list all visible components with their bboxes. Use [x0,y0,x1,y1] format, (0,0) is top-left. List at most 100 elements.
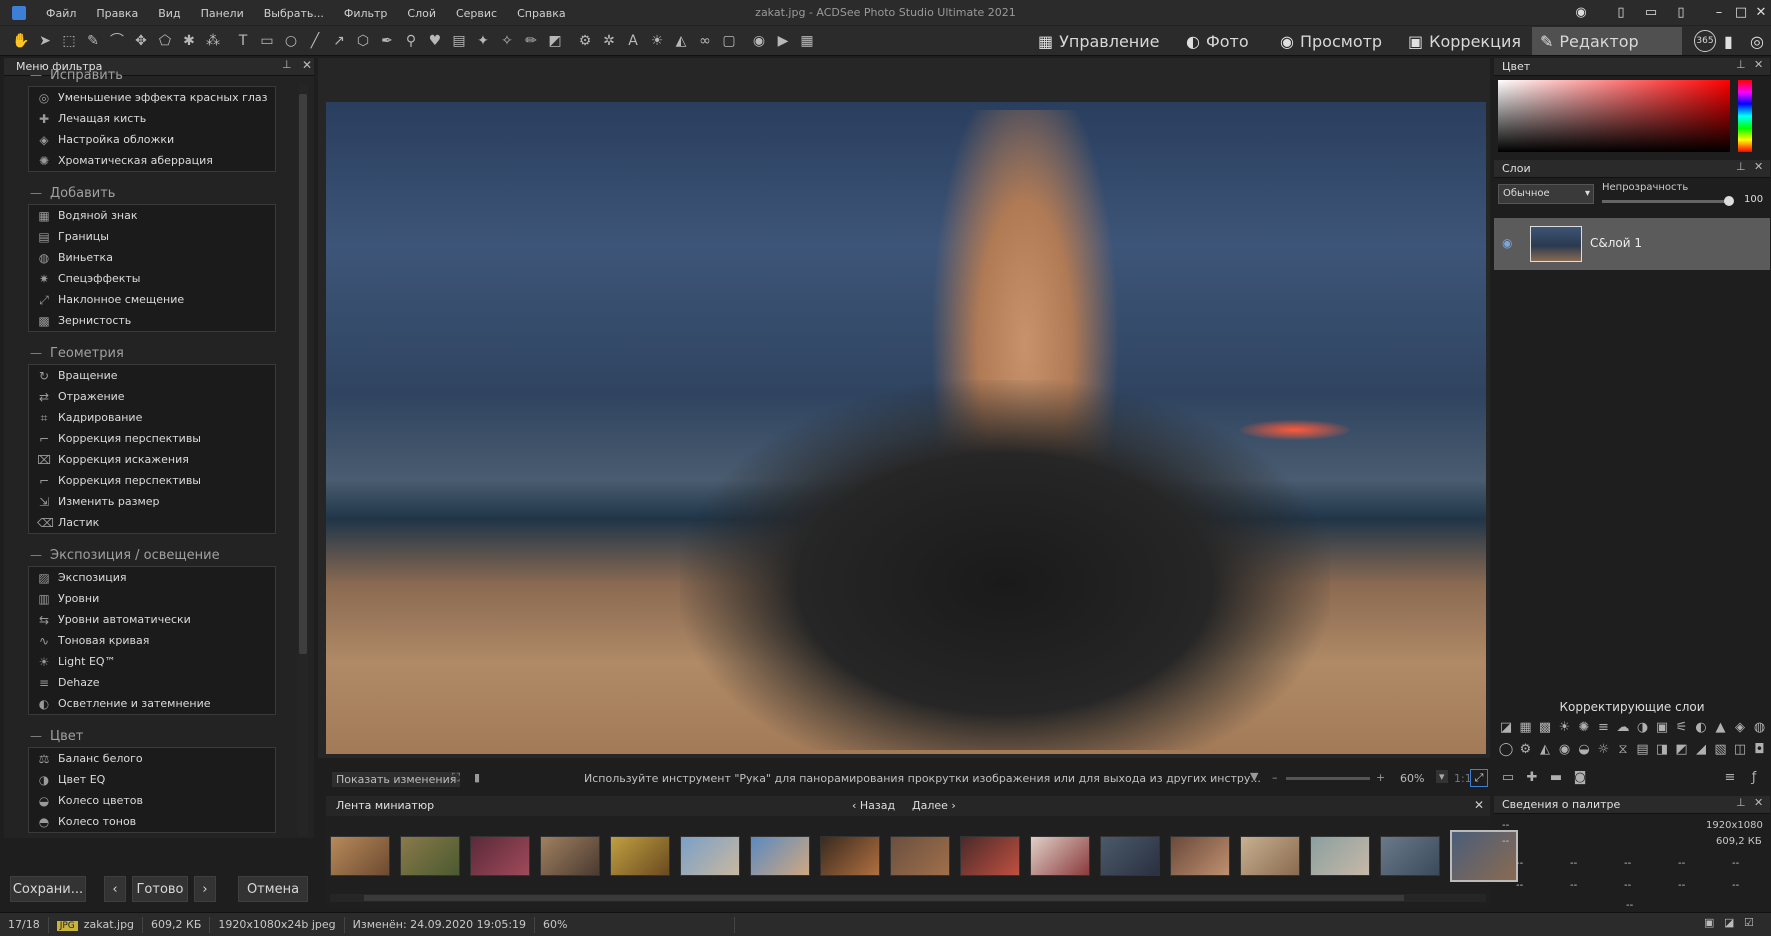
adjustment-layer-icon[interactable]: ◐ [1693,720,1709,736]
adjustment-layer-icon[interactable]: ▦ [1518,720,1534,736]
heal-icon[interactable]: ♥ [426,32,444,50]
text-tool-icon[interactable]: T [234,32,252,50]
eyedropper-icon[interactable]: ⚲ [402,32,420,50]
show-changes-button[interactable]: Показать изменения [332,772,461,787]
fx-icon[interactable]: ƒ [1746,770,1762,786]
filter-item[interactable]: ◒ Колесо цветов [29,790,275,811]
menu-item[interactable]: Правка [86,7,148,20]
filmstrip-thumbnail[interactable] [1030,836,1090,876]
filter-item[interactable]: ⚖ Баланс белого [29,748,275,769]
rect-tool-icon[interactable]: ▭ [258,32,276,50]
layer-visibility-eye-icon[interactable]: ◉ [1502,236,1512,250]
gear-icon[interactable]: ✲ [600,32,618,50]
marquee-icon[interactable]: ⬚ [60,32,78,50]
menu-icon[interactable]: ≡ [1722,770,1738,786]
filter-item[interactable]: ⌧ Коррекция искажения [29,449,275,470]
filter-item[interactable]: ⌐ Коррекция перспективы [29,470,275,491]
filter-group-header[interactable]: — Цвет [30,727,83,745]
panel-close-icon[interactable]: ✕ [302,58,312,72]
menu-item[interactable]: Выбрать... [254,7,334,20]
adjustment-layer-icon[interactable]: ✺ [1576,720,1592,736]
color-picker-field[interactable] [1498,80,1730,152]
bucket-icon[interactable]: ◭ [672,32,690,50]
blend-mode-select[interactable]: Обычное ▾ [1498,184,1594,204]
text-effect-icon[interactable]: A [624,32,642,50]
zoom-dropdown-icon[interactable]: ▼ [1250,770,1258,783]
filter-item[interactable]: ⇆ Уровни автоматически [29,609,275,630]
record-icon[interactable]: ◉ [750,32,768,50]
clone-icon[interactable]: ✧ [498,32,516,50]
menu-item[interactable]: Файл [36,7,86,20]
adjustment-layer-icon[interactable]: ◭ [1537,742,1553,758]
adjustment-layer-icon[interactable]: ▩ [1537,720,1553,736]
menu-item[interactable]: Слой [397,7,446,20]
gradient-icon[interactable]: ▤ [450,32,468,50]
menu-item[interactable]: Фильтр [334,7,398,20]
smudge-icon[interactable]: ✦ [474,32,492,50]
layout-right-icon[interactable]: ▯ [1672,4,1690,22]
adjustment-layer-icon[interactable]: ◑ [1635,720,1651,736]
opacity-slider-handle[interactable] [1724,196,1734,206]
maximize-icon[interactable]: □ [1732,4,1750,22]
settings-icon[interactable]: ⚙ [576,32,594,50]
filter-item[interactable]: ◎ Уменьшение эффекта красных глаз [29,87,275,108]
filmstrip-thumbnail[interactable] [890,836,950,876]
camera-icon[interactable]: ◙ [1572,770,1588,786]
adjustment-layer-icon[interactable]: ▣ [1654,720,1670,736]
close-icon[interactable]: ✕ [1752,4,1770,22]
adjustment-layer-icon[interactable]: ☀ [1557,720,1573,736]
adjustment-layer-icon[interactable]: ◉ [1557,742,1573,758]
filmstrip-thumbnail[interactable] [820,836,880,876]
view-mode-icon[interactable]: ▣ [1704,916,1714,929]
color-close-icon[interactable]: ✕ [1754,58,1763,71]
layout-full-icon[interactable]: ▭ [1642,4,1660,22]
lasso-icon[interactable]: ⌒ [108,32,126,50]
glasses-icon[interactable]: ∞ [696,32,714,50]
menu-item[interactable]: Справка [507,7,575,20]
hand-tool-icon[interactable]: ✋ [12,32,30,50]
filmstrip-thumbnail[interactable] [330,836,390,876]
filter-item[interactable]: ∿ Тоновая кривая [29,630,275,651]
fullscreen-icon[interactable]: ⛶ [452,771,460,785]
batch-icon[interactable]: ▦ [798,32,816,50]
select-tool-icon[interactable]: ➤ [36,32,54,50]
zoom-slider[interactable] [1286,777,1370,780]
adjustment-layer-icon[interactable]: ◘ [1752,742,1768,758]
adjustment-layer-icon[interactable]: ◫ [1732,742,1748,758]
filter-item[interactable]: ✚ Лечащая кисть [29,108,275,129]
layers-pin-icon[interactable]: ⊥ [1736,160,1746,173]
mode-photo-button[interactable]: ◐ Фото [1178,27,1257,55]
filter-item[interactable]: ✺ Хроматическая аберрация [29,150,275,171]
filter-item[interactable]: ☀ Light EQ™ [29,651,275,672]
menu-item[interactable]: Панели [191,7,254,20]
ellipse-tool-icon[interactable]: ○ [282,32,300,50]
filmstrip-thumbnail[interactable] [960,836,1020,876]
filter-item[interactable]: ↻ Вращение [29,365,275,386]
filter-item[interactable]: ▦ Водяной знак [29,205,275,226]
adjustment-layer-icon[interactable]: ☼ [1596,742,1612,758]
palette-pin-icon[interactable]: ⊥ [1736,796,1746,809]
mode-manage-button[interactable]: ▦ Управление [1030,27,1168,55]
filter-item[interactable]: ◍ Виньетка [29,247,275,268]
adjustment-layer-icon[interactable]: ◈ [1732,720,1748,736]
filter-item[interactable]: ▨ Экспозиция [29,567,275,588]
filmstrip-thumbnail[interactable] [1380,836,1440,876]
picker-icon[interactable]: ✏ [522,32,540,50]
adjustment-layer-icon[interactable]: ◯ [1498,742,1514,758]
adjustment-layer-icon[interactable]: ≡ [1596,720,1612,736]
filter-item[interactable]: ⌫ Ластик [29,512,275,533]
layout-left-icon[interactable]: ▯ [1612,4,1630,22]
play-icon[interactable]: ▶ [774,32,792,50]
filter-item[interactable]: ≡ Dehaze [29,672,275,693]
filter-item[interactable]: ▩ Зернистость [29,310,275,331]
zoom-in-icon[interactable]: + [1376,771,1385,784]
filter-group-header[interactable]: — Геометрия [30,344,124,362]
adjustment-layer-icon[interactable]: ☁ [1615,720,1631,736]
mode-develop-button[interactable]: ▣ Коррекция [1400,27,1529,55]
box-icon[interactable]: ▢ [720,32,738,50]
arrow-tool-icon[interactable]: ↗ [330,32,348,50]
adjustment-layer-icon[interactable]: ▧ [1713,742,1729,758]
line-tool-icon[interactable]: ╱ [306,32,324,50]
adjustment-layer-icon[interactable]: ⚙ [1518,742,1534,758]
filter-item[interactable]: ⌗ Кадрирование [29,407,275,428]
